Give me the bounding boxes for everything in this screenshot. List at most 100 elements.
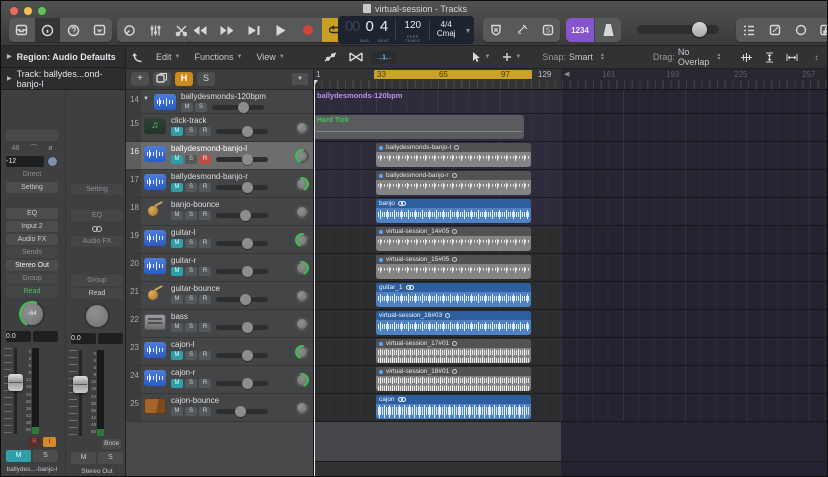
track-volume-slider[interactable] xyxy=(216,154,268,165)
mute-button[interactable]: M xyxy=(71,452,96,464)
slider-knob[interactable] xyxy=(235,406,246,417)
play-button[interactable] xyxy=(268,18,294,42)
region-guitar-1[interactable]: guitar_1 xyxy=(376,283,531,307)
menu-edit[interactable]: Edit ▼ xyxy=(149,52,187,62)
go-to-end-button[interactable] xyxy=(241,18,267,42)
arrange-lane[interactable]: guitar_1 xyxy=(314,282,827,310)
group-button[interactable]: Group xyxy=(71,275,123,286)
track-volume-slider[interactable] xyxy=(212,102,264,113)
slider-knob[interactable] xyxy=(242,266,253,277)
fader-cap[interactable] xyxy=(73,376,88,393)
track-volume-slider[interactable] xyxy=(216,238,268,249)
track-volume-slider[interactable] xyxy=(216,210,268,221)
track-pan-knob[interactable] xyxy=(295,316,309,331)
record-enable-button[interactable]: R xyxy=(199,379,211,388)
arrange-lane[interactable]: virtual-session_17#01 xyxy=(314,338,827,366)
bar-ruler[interactable]: ◀ 1 33 65 97 129 161 193 225 257 xyxy=(314,69,827,90)
arrange-lane[interactable]: Hard Tick xyxy=(314,114,827,142)
mute-button[interactable]: M xyxy=(171,267,183,276)
region-ballydesmonds-banjo-l[interactable]: ballydesmonds-banjo-l xyxy=(376,143,531,167)
track-volume-slider[interactable] xyxy=(216,350,268,361)
record-enable-button[interactable]: R xyxy=(199,211,211,220)
region-virtual-session-17-01[interactable]: virtual-session_17#01 xyxy=(376,339,531,363)
metronome-button[interactable] xyxy=(595,18,621,42)
count-in-button[interactable]: 1234 xyxy=(566,18,594,42)
mute-button[interactable]: M xyxy=(171,127,183,136)
arrange-lane[interactable]: cajon xyxy=(314,394,827,422)
mute-button[interactable]: M xyxy=(171,155,183,164)
solo-button[interactable]: S xyxy=(185,351,197,360)
group-button[interactable]: Group xyxy=(6,273,58,284)
region-hard-tick[interactable]: Hard Tick xyxy=(314,115,524,139)
track-header-row[interactable]: 15 ♫ click-track M S R xyxy=(126,114,313,142)
region-virtual-session-14-05[interactable]: virtual-session_14#05 xyxy=(376,227,531,251)
fader-cap[interactable] xyxy=(8,374,23,391)
stereo-format-icon[interactable] xyxy=(71,223,123,234)
region-cajon[interactable]: cajon xyxy=(376,395,531,419)
arrange-lane[interactable]: virtual-session_15#05 xyxy=(314,254,827,282)
bounce-button[interactable]: Bnce xyxy=(102,439,121,449)
lcd-display[interactable]: 00 0 4 BAR BEAT 120 KEEP TEMPO 4/4 Cmaj ▼ xyxy=(338,16,474,44)
snap-menu[interactable]: Snap: Smart ▲ ▼ xyxy=(535,52,612,62)
track-volume-slider[interactable] xyxy=(216,378,268,389)
volume-fader[interactable] xyxy=(69,350,88,436)
secondary-tool[interactable]: ▼ xyxy=(496,52,527,62)
pointer-tool[interactable]: ▼ xyxy=(466,51,496,63)
pan-knob[interactable] xyxy=(84,303,110,329)
lcd-options-chevron[interactable]: ▼ xyxy=(462,16,474,44)
toolbar-toggle-button[interactable] xyxy=(87,18,112,42)
hide-tracks-button[interactable]: H xyxy=(175,72,193,86)
track-name[interactable]: cajon-bounce xyxy=(171,396,313,405)
menu-functions[interactable]: Functions ▼ xyxy=(187,52,249,62)
record-enable-button[interactable]: R xyxy=(199,267,211,276)
record-enable-button[interactable]: R xyxy=(199,183,211,192)
gain-blank-slot[interactable] xyxy=(6,130,58,141)
slider-knob[interactable] xyxy=(240,210,251,221)
list-editors-button[interactable] xyxy=(736,18,761,42)
solo-button[interactable]: S xyxy=(195,103,207,112)
horizontal-zoom-icon[interactable] xyxy=(780,53,804,62)
record-enable-button[interactable]: R xyxy=(28,437,41,447)
solo-button[interactable]: S xyxy=(185,127,197,136)
region-banjo[interactable]: banjo xyxy=(376,199,531,223)
mixer-button[interactable] xyxy=(143,18,168,42)
record-button[interactable] xyxy=(295,18,321,42)
crossfade-icon[interactable] xyxy=(343,52,369,62)
sends-button[interactable]: Sends xyxy=(6,247,58,258)
solo-button[interactable]: S xyxy=(185,267,197,276)
track-name[interactable]: ballydesmond-banjo-l xyxy=(171,144,313,153)
vertical-zoom-icon[interactable] xyxy=(759,52,780,63)
slider-knob[interactable] xyxy=(242,182,253,193)
track-header-row[interactable]: 14 ▼ ballydesmonds-120bpm M S xyxy=(126,90,313,114)
replace-button[interactable] xyxy=(483,18,508,42)
track-header-row[interactable]: 24 cajon-r M S R xyxy=(126,366,313,394)
input-monitor-button[interactable]: I xyxy=(43,437,56,447)
track-volume-slider[interactable] xyxy=(216,406,268,417)
track-name[interactable]: banjo-bounce xyxy=(171,200,313,209)
mute-button[interactable]: M xyxy=(171,407,183,416)
input-button[interactable]: Input 2 xyxy=(6,221,58,232)
solo-tracks-button[interactable]: S xyxy=(197,72,215,86)
volume-fader[interactable] xyxy=(4,348,23,434)
tuner-button[interactable] xyxy=(509,18,534,42)
track-name[interactable]: ballydesmond-banjo-r xyxy=(171,172,313,181)
record-enable-button[interactable]: R xyxy=(199,295,211,304)
forward-button[interactable] xyxy=(214,18,240,42)
arrange-lane[interactable]: virtual-session_18#01 xyxy=(314,366,827,394)
below-tracks-area[interactable] xyxy=(314,422,827,461)
region-virtual-session-16-03[interactable]: virtual-session_16#03 xyxy=(376,311,531,335)
region-virtual-session-18-01[interactable]: virtual-session_18#01 xyxy=(376,367,531,391)
track-header-row[interactable]: 23 cajon-l M S R xyxy=(126,338,313,366)
region-inspector-header[interactable]: ▶ Region: Audio Defaults xyxy=(1,46,126,68)
track-header-row[interactable]: 21 guitar-bounce M S R xyxy=(126,282,313,310)
arrange-lane[interactable]: banjo xyxy=(314,198,827,226)
solo-button[interactable]: S xyxy=(185,379,197,388)
playhead[interactable] xyxy=(314,80,318,476)
track-name[interactable]: guitar-r xyxy=(171,256,313,265)
track-pan-knob[interactable] xyxy=(295,400,309,415)
add-track-button[interactable]: + xyxy=(131,72,149,86)
solo-mode-button[interactable]: S xyxy=(535,18,560,42)
mute-button[interactable]: M xyxy=(6,450,31,462)
region-ballydesmonds-120bpm[interactable]: ballydesmonds-120bpm xyxy=(314,91,562,111)
mute-button[interactable]: M xyxy=(171,295,183,304)
